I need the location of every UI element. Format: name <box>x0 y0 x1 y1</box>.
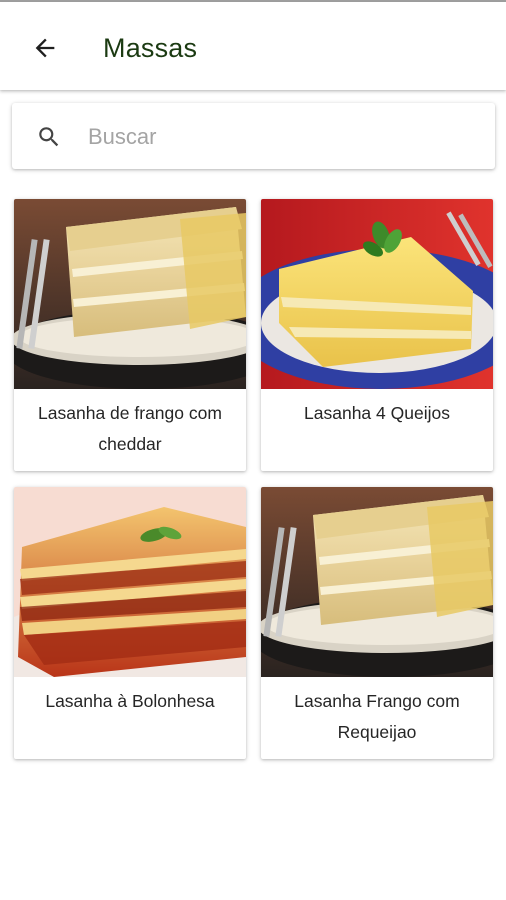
page-title: Massas <box>103 33 198 63</box>
recipe-image-lasanha-4-queijos <box>261 199 493 389</box>
search-input[interactable] <box>88 115 478 159</box>
recipe-title: Lasanha 4 Queijos <box>304 403 450 423</box>
recipe-title: Lasanha de frango com cheddar <box>38 403 222 454</box>
recipe-card[interactable]: Lasanha de frango com cheddar <box>14 199 246 471</box>
search-bar[interactable] <box>12 103 495 169</box>
recipe-card[interactable]: Lasanha 4 Queijos <box>261 199 493 471</box>
recipe-image-lasanha-frango-cheddar <box>14 199 246 389</box>
recipe-title: Lasanha à Bolonhesa <box>45 691 215 711</box>
search-icon <box>39 127 59 147</box>
app-bar: Massas <box>0 2 506 90</box>
recipe-card[interactable]: Lasanha Frango com Requeijao <box>261 487 493 759</box>
recipe-image-lasanha-bolonhesa <box>14 487 246 677</box>
arrow-back-icon <box>35 38 55 58</box>
back-button[interactable] <box>22 28 68 68</box>
recipe-title: Lasanha Frango com Requeijao <box>294 691 460 742</box>
recipe-card[interactable]: Lasanha à Bolonhesa <box>14 487 246 759</box>
recipe-image-lasanha-frango-requeijao <box>261 487 493 677</box>
